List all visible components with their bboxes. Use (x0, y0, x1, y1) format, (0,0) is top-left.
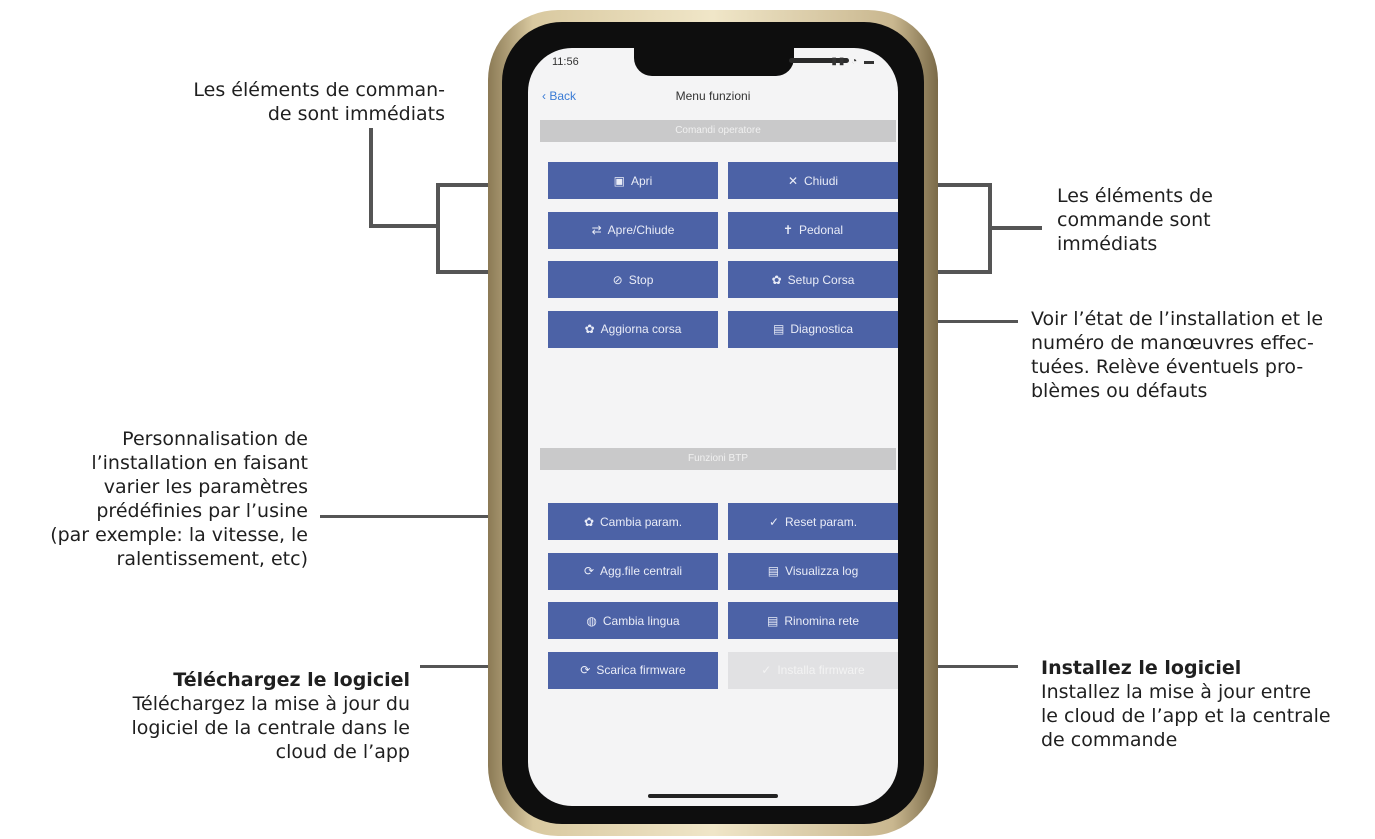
annotation-top-left: Les éléments de comman- de sont immédiat… (193, 79, 445, 125)
section-header-btp: Funzioni BTP (540, 448, 896, 470)
button-label: Installa firmware (777, 663, 865, 677)
button-label: Chiudi (804, 173, 839, 188)
aggiorna-corsa-button[interactable]: ✿ Aggiorna corsa (548, 310, 718, 348)
cambia-lingua-icon: ◍ (586, 613, 597, 628)
pedonal-button[interactable]: ✝ Pedonal (728, 211, 898, 249)
home-indicator (648, 794, 778, 798)
connector-line (369, 128, 373, 226)
status-time: 11:56 (552, 56, 579, 68)
connector-line (436, 183, 440, 274)
connector-line (320, 515, 506, 518)
cambia-param-icon: ✿ (583, 514, 595, 529)
scarica-firmware-icon: ⟳ (580, 663, 591, 677)
apri-icon: ▣ (613, 173, 625, 188)
annotation-diagnostic: Voir l’état de l’installation et le numé… (1031, 308, 1324, 402)
button-label: Setup Corsa (787, 272, 855, 287)
aggiorna-corsa-icon: ✿ (584, 322, 595, 336)
stop-icon: ⊘ (612, 272, 623, 287)
diagnostica-icon: ▤ (772, 322, 785, 336)
button-label: Cambia lingua (602, 613, 680, 628)
connector-line (369, 224, 439, 228)
button-label: Cambia param. (600, 514, 683, 529)
nav-title: Menu funzioni (675, 89, 751, 103)
button-label: Apri (631, 173, 653, 188)
button-label: Reset param. (785, 514, 858, 529)
status-icons: ▮▮ ◔ ▬ (831, 56, 876, 67)
cambia-lingua-button[interactable]: ◍ Cambia lingua (548, 602, 718, 639)
button-label: Aggiorna corsa (600, 322, 682, 336)
button-label: Apre/Chiude (607, 223, 675, 237)
connector-line (933, 320, 1018, 323)
navigation-bar: ‹ Back Menu funzioni (528, 84, 898, 112)
setup-corsa-button[interactable]: ✿ Setup Corsa (728, 261, 898, 298)
pedonal-icon: ✝ (782, 223, 793, 237)
apre-chiude-icon: ⇄ (591, 223, 602, 237)
diagnostica-button[interactable]: ▤ Diagnostica (728, 310, 898, 348)
button-label: Rinomina rete (784, 613, 860, 628)
installa-firmware-button[interactable]: ✓ Installa firmware (728, 651, 898, 689)
chiudi-button[interactable]: ✕ Chiudi (728, 162, 898, 199)
connector-line (933, 665, 1018, 668)
scarica-firmware-button[interactable]: ⟳ Scarica firmware (548, 651, 718, 689)
visualizza-log-button[interactable]: ▤ Visualizza log (728, 552, 898, 590)
stop-button[interactable]: ⊘ Stop (548, 261, 718, 298)
annotation-download: Téléchargez le logiciel Téléchargez la m… (60, 668, 410, 764)
apri-button[interactable]: ▣ Apri (548, 162, 718, 199)
cambia-param-button[interactable]: ✿ Cambia param. (548, 503, 718, 540)
annotation-install: Installez le logiciel Installez la mise … (1041, 656, 1375, 752)
phone-frame: 11:56 ▮▮ ◔ ▬ ‹ Back Menu funzioni Comand… (488, 10, 938, 836)
button-label: Visualizza log (785, 564, 859, 578)
connector-line (988, 226, 1042, 230)
installa-firmware-icon: ✓ (761, 663, 772, 677)
annotation-install-title: Installez le logiciel (1041, 657, 1242, 679)
agg-file-centrali-button[interactable]: ⟳ Agg.file centrali (548, 552, 718, 590)
section-header-commands: Comandi operatore (540, 120, 896, 142)
rinomina-rete-icon: ▤ (766, 613, 779, 628)
annotation-download-text: Téléchargez la mise à jour du logiciel d… (131, 693, 410, 763)
chiudi-icon: ✕ (787, 173, 799, 188)
button-label: Scarica firmware (596, 663, 686, 677)
apre-chiude-button[interactable]: ⇄ Apre/Chiude (548, 211, 718, 249)
agg-file-centrali-icon: ⟳ (583, 564, 594, 578)
button-label: Agg.file centrali (600, 564, 683, 578)
annotation-top-right: Les éléments de commande sont immédiats (1057, 185, 1213, 255)
annotation-params: Personnalisation de l’installation en fa… (50, 428, 308, 570)
reset-param-button[interactable]: ✓ Reset param. (728, 503, 898, 540)
phone-notch (634, 48, 849, 76)
reset-param-icon: ✓ (768, 514, 780, 529)
setup-corsa-icon: ✿ (771, 272, 782, 287)
phone-screen: 11:56 ▮▮ ◔ ▬ ‹ Back Menu funzioni Comand… (528, 48, 898, 806)
connector-line (933, 183, 991, 187)
connector-line (933, 270, 991, 274)
button-label: Diagnostica (790, 322, 854, 336)
annotation-install-text: Installez la mise à jour entre le cloud … (1041, 681, 1331, 751)
annotation-download-title: Téléchargez le logiciel (173, 669, 410, 691)
button-label: Stop (628, 272, 654, 287)
button-label: Pedonal (799, 223, 844, 237)
rinomina-rete-button[interactable]: ▤ Rinomina rete (728, 602, 898, 639)
visualizza-log-icon: ▤ (767, 564, 780, 578)
